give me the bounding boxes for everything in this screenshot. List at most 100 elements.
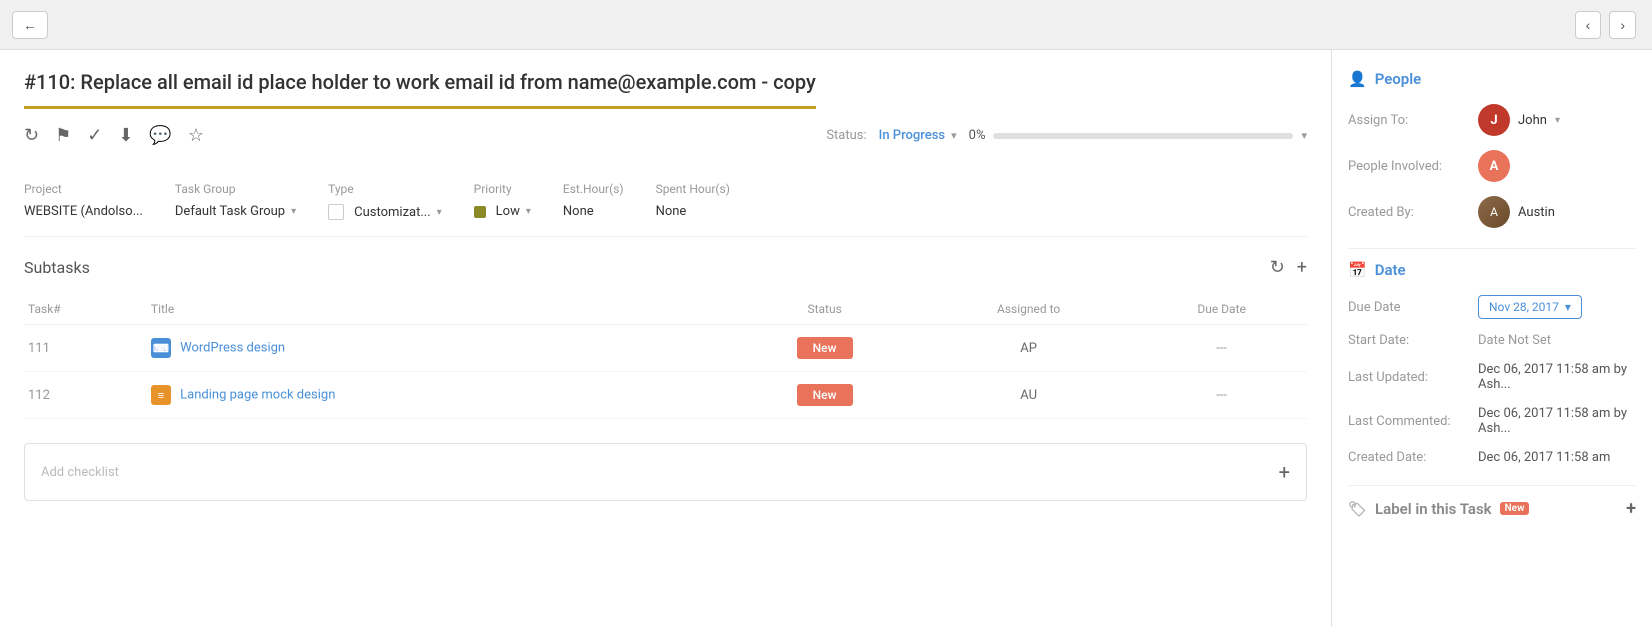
priority-field: Priority Low ▾ <box>474 182 531 220</box>
subtasks-header: Subtasks ↻ + <box>24 257 1307 278</box>
task-icon-111: ⌨ <box>151 338 171 358</box>
assigned-111: AP <box>1020 341 1037 356</box>
col-assigned: Assigned to <box>921 294 1136 325</box>
task-num-112: 112 <box>28 388 50 403</box>
people-involved-row: People Involved: A <box>1348 150 1636 182</box>
type-arrow: ▾ <box>437 207 442 218</box>
due-date-112: --- <box>1216 388 1227 403</box>
toolbar-icons: ↻ ⚑ ✓ ⬇ 💬 ☆ <box>24 125 204 146</box>
top-bar: ← ‹ › <box>0 0 1652 50</box>
status-arrow: ▾ <box>951 129 957 142</box>
star-icon[interactable]: ☆ <box>188 125 204 146</box>
progress-bar-container <box>993 133 1293 139</box>
meta-row: Project WEBSITE (Andolso... Task Group D… <box>24 166 1307 237</box>
col-due-date: Due Date <box>1136 294 1307 325</box>
people-section: 👤 People Assign To: J John ▾ People Invo… <box>1348 70 1636 228</box>
check-icon[interactable]: ✓ <box>87 125 102 146</box>
status-dropdown[interactable]: In Progress ▾ <box>879 128 957 143</box>
calendar-icon: 📅 <box>1348 261 1367 279</box>
status-badge-112: New <box>797 384 853 406</box>
assigned-112: AU <box>1020 388 1037 403</box>
date-section-title: 📅 Date <box>1348 261 1636 279</box>
refresh-icon[interactable]: ↻ <box>24 125 39 146</box>
avatar-austin: A <box>1478 196 1510 228</box>
people-icon: 👤 <box>1348 70 1367 88</box>
spent-hours-label: Spent Hour(s) <box>656 182 730 196</box>
created-by-name: Austin <box>1518 205 1555 220</box>
progress-section: 0% ▾ <box>969 128 1307 143</box>
task-group-field: Task Group Default Task Group ▾ <box>175 182 296 220</box>
table-row: 112 ≡ Landing page mock design New AU --… <box>24 372 1307 419</box>
due-date-row: Due Date Nov 28, 2017 ▾ <box>1348 295 1636 319</box>
label-section: 🏷 Label in this Task New + <box>1348 498 1636 519</box>
subtasks-table: Task# Title Status Assigned to Due Date … <box>24 294 1307 419</box>
start-date-row: Start Date: Date Not Set <box>1348 333 1636 348</box>
project-field: Project WEBSITE (Andolso... <box>24 182 143 220</box>
spent-hours-field: Spent Hour(s) None <box>656 182 730 220</box>
next-button[interactable]: › <box>1609 11 1636 39</box>
last-updated-row: Last Updated: Dec 06, 2017 11:58 am by A… <box>1348 362 1636 392</box>
flag-icon[interactable]: ⚑ <box>55 125 71 146</box>
refresh-subtasks-icon[interactable]: ↻ <box>1270 257 1285 278</box>
toolbar: ↻ ⚑ ✓ ⬇ 💬 ☆ Status: In Progress ▾ 0% <box>24 125 1307 146</box>
subtasks-actions: ↻ + <box>1270 257 1307 278</box>
created-date-row: Created Date: Dec 06, 2017 11:58 am <box>1348 450 1636 465</box>
table-row: 111 ⌨ WordPress design New AP --- <box>24 325 1307 372</box>
nav-button-group: ‹ › <box>1575 11 1640 39</box>
assign-to-value: J John ▾ <box>1478 104 1636 136</box>
col-title: Title <box>147 294 728 325</box>
checklist-section: Add checklist + <box>24 443 1307 501</box>
add-checklist-button[interactable]: + <box>1279 460 1290 484</box>
assign-to-dropdown[interactable]: ▾ <box>1555 115 1560 126</box>
task-link-111[interactable]: WordPress design <box>180 341 285 356</box>
due-date-arrow: ▾ <box>1565 300 1571 314</box>
add-subtask-icon[interactable]: + <box>1297 257 1307 278</box>
type-value[interactable]: Customizat... ▾ <box>328 204 442 220</box>
type-field: Type Customizat... ▾ <box>328 182 442 220</box>
avatar-a: A <box>1478 150 1510 182</box>
due-date-badge[interactable]: Nov 28, 2017 ▾ <box>1478 295 1582 319</box>
back-button[interactable]: ← <box>12 11 48 39</box>
priority-value[interactable]: Low ▾ <box>474 204 531 219</box>
due-date-111: --- <box>1216 341 1227 356</box>
sidebar: 👤 People Assign To: J John ▾ People Invo… <box>1332 50 1652 627</box>
progress-value: 0% <box>969 128 986 143</box>
task-group-label: Task Group <box>175 182 296 196</box>
content-panel: #110: Replace all email id place holder … <box>0 50 1332 627</box>
assign-to-label: Assign To: <box>1348 113 1478 128</box>
last-commented-value: Dec 06, 2017 11:58 am by Ash... <box>1478 406 1636 436</box>
assign-to-name: John <box>1518 113 1547 128</box>
subtasks-title: Subtasks <box>24 258 90 277</box>
divider <box>1348 248 1636 249</box>
add-label-button[interactable]: + <box>1626 498 1636 519</box>
comment-icon[interactable]: 💬 <box>149 125 171 146</box>
task-group-value[interactable]: Default Task Group ▾ <box>175 204 296 219</box>
progress-arrow[interactable]: ▾ <box>1301 129 1307 142</box>
type-label: Type <box>328 182 442 196</box>
avatar-john: J <box>1478 104 1510 136</box>
col-task-num: Task# <box>24 294 147 325</box>
label-section-title: 🏷 Label in this Task New + <box>1348 498 1636 519</box>
people-involved-label: People Involved: <box>1348 159 1478 174</box>
due-date-value: Nov 28, 2017 ▾ <box>1478 295 1636 319</box>
last-updated-value: Dec 06, 2017 11:58 am by Ash... <box>1478 362 1636 392</box>
priority-arrow: ▾ <box>526 206 531 217</box>
spent-hours-value: None <box>656 204 730 219</box>
label-new-badge: New <box>1500 502 1530 515</box>
last-commented-row: Last Commented: Dec 06, 2017 11:58 am by… <box>1348 406 1636 436</box>
task-link-112[interactable]: Landing page mock design <box>180 388 335 403</box>
label-icon: 🏷 <box>1348 500 1367 518</box>
status-label: Status: <box>826 128 866 143</box>
download-icon[interactable]: ⬇ <box>118 125 133 146</box>
task-icon-112: ≡ <box>151 385 171 405</box>
date-section: 📅 Date Due Date Nov 28, 2017 ▾ Start Dat… <box>1348 261 1636 465</box>
prev-button[interactable]: ‹ <box>1575 11 1602 39</box>
created-date-label: Created Date: <box>1348 450 1478 465</box>
task-group-arrow: ▾ <box>291 206 296 217</box>
assign-to-row: Assign To: J John ▾ <box>1348 104 1636 136</box>
est-hours-label: Est.Hour(s) <box>563 182 624 196</box>
task-num-111: 111 <box>28 341 50 356</box>
status-value: In Progress <box>879 128 945 143</box>
created-by-label: Created By: <box>1348 205 1478 220</box>
est-hours-field: Est.Hour(s) None <box>563 182 624 220</box>
